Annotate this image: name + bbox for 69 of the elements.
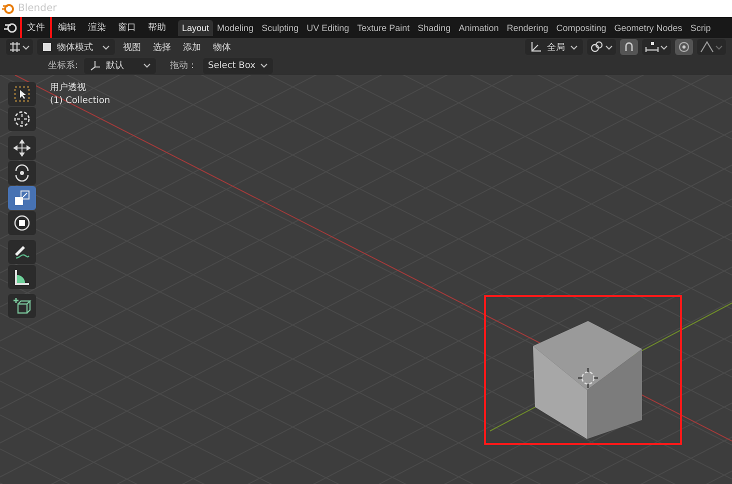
axes-icon [530, 41, 542, 53]
workspace-tab[interactable]: Layout [178, 20, 214, 36]
workspace-tab[interactable]: Compositing [552, 20, 610, 36]
proportional-edit-toggle[interactable] [675, 39, 693, 55]
caret-icon [22, 44, 30, 50]
menu-item[interactable]: 渲染 [82, 17, 112, 38]
measure-tool-button[interactable] [8, 265, 36, 289]
workspace-tab[interactable]: Sculpting [258, 20, 303, 36]
increment-icon [645, 41, 659, 53]
add-cube-icon [12, 296, 32, 316]
origin-icon [578, 368, 598, 388]
workspace-tab[interactable]: Animation [454, 20, 503, 36]
select-tool-button[interactable] [8, 82, 36, 106]
header-menu[interactable]: 物体 [209, 40, 235, 54]
select-icon [12, 84, 32, 104]
scale-icon [12, 188, 32, 208]
caret-icon [102, 44, 110, 50]
target-icon [678, 41, 690, 53]
add-cube-tool-button[interactable] [8, 294, 36, 318]
editor-type-button[interactable] [6, 39, 33, 55]
axes-icon [89, 60, 102, 72]
drag-dropdown[interactable]: Select Box [203, 58, 274, 74]
coordinate-dropdown[interactable]: 默认 [84, 58, 156, 74]
snap-element-button[interactable] [642, 39, 671, 55]
blender-logo-icon [4, 22, 18, 34]
move-tool-button[interactable] [8, 136, 36, 160]
view-name: 用户透视 [50, 82, 87, 94]
scale-tool-button[interactable] [8, 186, 36, 210]
rotate-tool-button[interactable] [8, 161, 36, 185]
transform-icon [12, 213, 32, 233]
pivot-button[interactable] [587, 39, 616, 55]
workspace-tab[interactable]: Texture Paint [353, 20, 414, 36]
drag-label: 拖动： [170, 60, 198, 72]
measure-icon [12, 267, 32, 287]
caret-icon [715, 44, 723, 50]
workspace-tab[interactable]: Shading [414, 20, 455, 36]
link-icon [590, 41, 604, 53]
annotate-tool-button[interactable] [8, 240, 36, 264]
falloff-button[interactable] [697, 39, 726, 55]
curve-icon [700, 41, 714, 53]
workspace-tab[interactable]: Scrip [686, 20, 715, 36]
collection-label: (1) Collection [50, 96, 110, 106]
workspace-tab[interactable]: Rendering [502, 20, 552, 36]
caret-icon [570, 44, 578, 50]
header-menu[interactable]: 选择 [149, 40, 175, 54]
header-menu[interactable]: 添加 [179, 40, 205, 54]
orientation-dropdown[interactable]: 全局 [525, 39, 583, 55]
mode-dropdown[interactable]: 物体模式 [37, 39, 115, 55]
caret-icon [660, 44, 668, 50]
header-menu[interactable]: 视图 [119, 40, 145, 54]
caret-icon [605, 44, 613, 50]
coordinate-label: 坐标系: [48, 60, 78, 72]
caret-icon [260, 62, 268, 69]
caret-icon [143, 62, 152, 69]
menu-item[interactable]: 编辑 [52, 17, 82, 38]
logo-icon [2, 2, 14, 14]
menu-item[interactable]: 窗口 [112, 17, 142, 38]
move-icon [12, 138, 32, 158]
workspace-tab[interactable]: Geometry Nodes [610, 20, 686, 36]
magnet-icon [623, 41, 635, 53]
snap-toggle[interactable] [620, 39, 638, 55]
transform-tool-button[interactable] [8, 211, 36, 235]
menu-item[interactable]: 帮助 [142, 17, 172, 38]
workspace-tab[interactable]: Modeling [213, 20, 258, 36]
cursor-icon [12, 109, 32, 129]
cursor-tool-button[interactable] [8, 107, 36, 131]
cube-icon [42, 42, 52, 52]
workspace-tab[interactable]: UV Editing [302, 20, 354, 36]
grid-icon [9, 41, 21, 53]
